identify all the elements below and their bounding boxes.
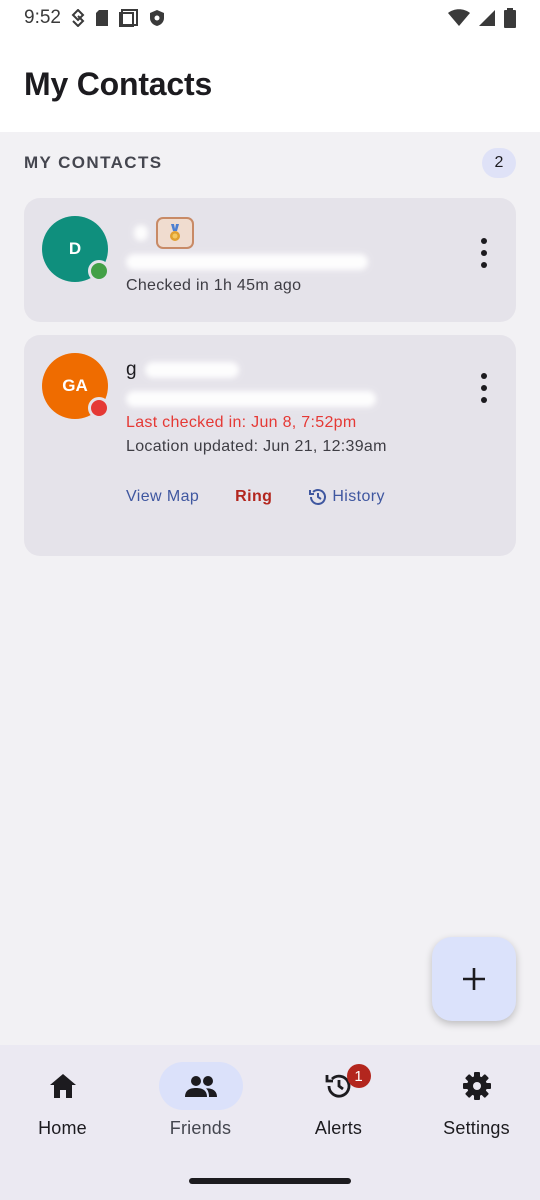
plus-icon	[463, 968, 485, 990]
bottom-navigation: Home Friends 1 Alerts Settings	[0, 1045, 540, 1200]
status-bar: 9:52	[0, 0, 540, 36]
history-icon	[309, 489, 327, 505]
section-header: MY CONTACTS 2	[24, 148, 516, 178]
app-header: My Contacts	[0, 36, 540, 132]
people-icon	[184, 1076, 217, 1097]
ring-button[interactable]: Ring	[235, 488, 272, 506]
nav-label: Alerts	[314, 1118, 363, 1138]
history-label: History	[332, 488, 385, 505]
view-map-button[interactable]: View Map	[126, 488, 199, 506]
wifi-icon	[448, 9, 470, 27]
data-saver-icon	[71, 9, 85, 27]
home-icon	[49, 1074, 76, 1098]
nav-label: Home	[38, 1118, 87, 1138]
online-status-dot	[88, 260, 110, 282]
nav-item-friends[interactable]: Friends	[133, 1062, 268, 1139]
nav-item-settings[interactable]: Settings	[409, 1062, 540, 1139]
add-contact-button[interactable]	[432, 937, 516, 1021]
last-checkin-alert: Last checked in: Jun 8, 7:52pm	[126, 414, 357, 431]
avatar-initials: D	[68, 239, 82, 258]
more-options-icon[interactable]	[480, 373, 488, 403]
alert-status-dot	[88, 397, 110, 419]
nav-label: Friends	[169, 1118, 232, 1138]
redacted-email	[126, 391, 376, 407]
sd-card-icon	[95, 9, 109, 27]
redacted-email	[126, 254, 368, 270]
history-button[interactable]: History	[308, 487, 385, 507]
more-options-icon[interactable]	[480, 238, 488, 268]
contact-name: g	[126, 359, 137, 380]
signal-icon	[478, 9, 496, 27]
avatar: D	[42, 216, 110, 282]
avatar-initials: GA	[62, 376, 88, 395]
contact-actions: View Map Ring History	[126, 487, 385, 507]
contact-card[interactable]: D Checked in 1h 45m ago	[24, 198, 516, 322]
redacted-name	[134, 225, 148, 241]
screenshot-icon	[118, 9, 139, 27]
status-time: 9:52	[24, 7, 61, 28]
battery-icon	[504, 8, 516, 28]
nav-item-home[interactable]: Home	[0, 1062, 130, 1139]
nav-item-alerts[interactable]: 1 Alerts	[271, 1062, 406, 1139]
redacted-name	[144, 362, 239, 378]
contact-count-badge: 2	[482, 148, 516, 178]
checkin-status: Checked in 1h 45m ago	[126, 277, 302, 294]
alerts-count-badge: 1	[346, 1064, 371, 1088]
gesture-handle[interactable]	[189, 1178, 351, 1184]
avatar: GA	[42, 353, 110, 419]
medal-icon	[170, 224, 180, 241]
page-title: My Contacts	[24, 66, 213, 102]
contact-card[interactable]: GA g Last checked in: Jun 8, 7:52pm Loca…	[24, 335, 516, 556]
medal-badge	[156, 217, 194, 249]
gear-icon	[462, 1072, 491, 1100]
section-title: MY CONTACTS	[24, 153, 163, 172]
location-updated: Location updated: Jun 21, 12:39am	[126, 438, 387, 455]
shield-icon	[149, 9, 165, 27]
nav-label: Settings	[443, 1118, 510, 1138]
